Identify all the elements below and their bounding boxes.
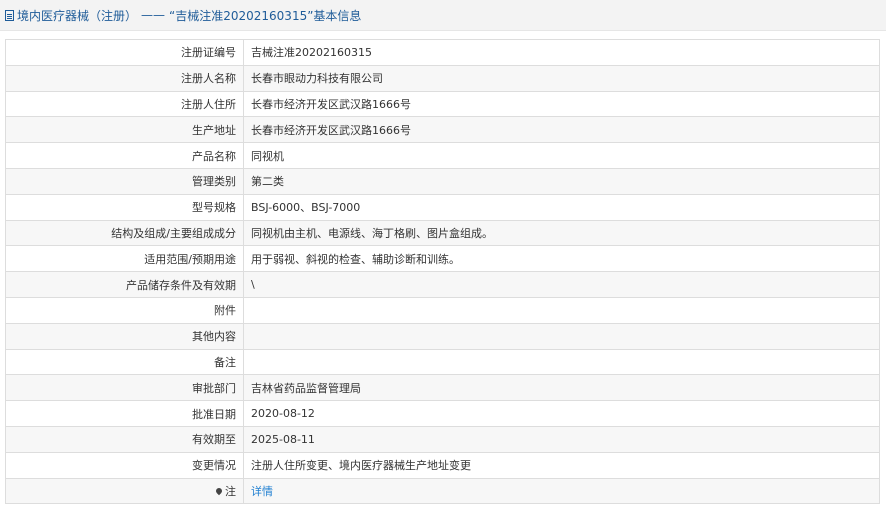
table-row: 变更情况 注册人住所变更、境内医疗器械生产地址变更: [5, 451, 880, 479]
pin-icon: [214, 486, 224, 496]
field-label: 型号规格: [5, 193, 244, 221]
field-value: 长春市经济开发区武汉路1666号: [243, 116, 880, 144]
table-row: 有效期至 2025-08-11: [5, 425, 880, 453]
field-value: 用于弱视、斜视的检查、辅助诊断和训练。: [243, 245, 880, 273]
table-row: 生产地址 长春市经济开发区武汉路1666号: [5, 116, 880, 144]
note-label: 注: [225, 484, 236, 498]
table-row: 附件: [5, 296, 880, 324]
field-value: [243, 296, 880, 324]
document-icon: [5, 9, 14, 21]
field-value: [243, 322, 880, 350]
field-value: 同视机: [243, 142, 880, 169]
table-row: 其他内容: [5, 322, 880, 350]
page-header: 境内医疗器械（注册） —— “吉械注准20202160315”基本信息: [0, 0, 886, 31]
table-row: 注册人住所 长春市经济开发区武汉路1666号: [5, 90, 880, 118]
table-row: 型号规格 BSJ-6000、BSJ-7000: [5, 193, 880, 221]
field-value: \: [243, 271, 880, 298]
field-label: 产品名称: [5, 142, 244, 169]
field-label: 变更情况: [5, 451, 244, 479]
table-row: 批准日期 2020-08-12: [5, 400, 880, 427]
field-label: 附件: [5, 296, 244, 324]
note-row: 注 详情: [5, 477, 880, 505]
details-link[interactable]: 详情: [251, 485, 273, 498]
field-label: 有效期至: [5, 425, 244, 453]
field-value: BSJ-6000、BSJ-7000: [243, 193, 880, 221]
field-value: 长春市经济开发区武汉路1666号: [243, 90, 880, 118]
field-label: 其他内容: [5, 322, 244, 350]
table-row: 审批部门 吉林省药品监督管理局: [5, 374, 880, 402]
field-value: [243, 348, 880, 376]
table-row: 备注: [5, 348, 880, 376]
field-label: 管理类别: [5, 167, 244, 195]
field-label: 注册证编号: [5, 39, 244, 66]
record-title: “吉械注准20202160315”基本信息: [169, 8, 362, 23]
field-label: 适用范围/预期用途: [5, 245, 244, 273]
field-label: 生产地址: [5, 116, 244, 144]
table-row: 管理类别 第二类: [5, 167, 880, 195]
table-row: 产品储存条件及有效期 \: [5, 271, 880, 298]
field-value: 2025-08-11: [243, 425, 880, 453]
field-label: 注册人名称: [5, 64, 244, 92]
table-row: 产品名称 同视机: [5, 142, 880, 169]
note-value-cell: 详情: [243, 477, 880, 505]
field-value: 长春市眼动力科技有限公司: [243, 64, 880, 92]
field-value: 吉械注准20202160315: [243, 39, 880, 66]
field-label: 注册人住所: [5, 90, 244, 118]
note-label-cell: 注: [5, 477, 244, 505]
field-label: 审批部门: [5, 374, 244, 402]
table-row: 适用范围/预期用途 用于弱视、斜视的检查、辅助诊断和训练。: [5, 245, 880, 273]
field-label: 产品储存条件及有效期: [5, 271, 244, 298]
field-value: 注册人住所变更、境内医疗器械生产地址变更: [243, 451, 880, 479]
title-separator: ——: [141, 8, 166, 22]
field-label: 结构及组成/主要组成成分: [5, 219, 244, 247]
table-row: 注册人名称 长春市眼动力科技有限公司: [5, 64, 880, 92]
field-value: 第二类: [243, 167, 880, 195]
info-table: 注册证编号 吉械注准20202160315 注册人名称 长春市眼动力科技有限公司 注…: [5, 39, 880, 505]
field-value: 吉林省药品监督管理局: [243, 374, 880, 402]
field-value: 2020-08-12: [243, 400, 880, 427]
field-label: 备注: [5, 348, 244, 376]
field-value: 同视机由主机、电源线、海丁格刷、图片盒组成。: [243, 219, 880, 247]
table-row: 注册证编号 吉械注准20202160315: [5, 39, 880, 66]
table-row: 结构及组成/主要组成成分 同视机由主机、电源线、海丁格刷、图片盒组成。: [5, 219, 880, 247]
field-label: 批准日期: [5, 400, 244, 427]
section-title: 境内医疗器械（注册）: [17, 8, 138, 23]
